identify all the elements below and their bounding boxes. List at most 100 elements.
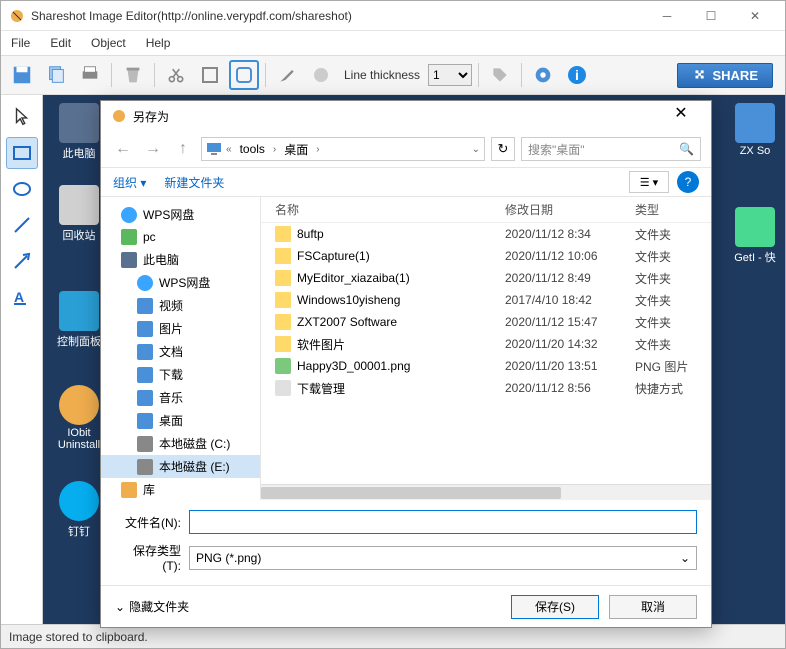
file-icon [275,336,291,352]
organize-menu[interactable]: 组织 ▾ [113,174,146,191]
copy-icon[interactable] [41,60,71,90]
thickness-label: Line thickness [344,68,420,82]
save-button[interactable]: 保存(S) [511,595,599,619]
maximize-button[interactable]: ☐ [689,2,733,30]
tree-item[interactable]: pc [101,226,260,248]
marker-icon[interactable] [306,60,336,90]
tree-item[interactable]: 本地磁盘 (C:) [101,432,260,455]
desktop-icon[interactable]: 控制面板 [53,291,105,349]
desktop-icon[interactable]: 回收站 [53,185,105,243]
delete-icon[interactable] [118,60,148,90]
close-button[interactable]: ✕ [733,2,777,30]
folder-icon [137,344,153,360]
tree-item[interactable]: 此电脑 [101,248,260,271]
window-title: Shareshot Image Editor(http://online.ver… [31,9,645,23]
menu-edit[interactable]: Edit [50,36,71,50]
folder-icon [121,482,137,498]
search-input[interactable]: 搜索"桌面" 🔍 [521,137,701,161]
pencil-icon[interactable] [272,60,302,90]
dialog-form: 文件名(N): 保存类型(T): PNG (*.png) ⌄ [101,500,711,585]
filetype-select[interactable]: PNG (*.png) ⌄ [189,546,697,570]
tree-item[interactable]: 视频 [101,294,260,317]
folder-icon [137,298,153,314]
nav-up-icon[interactable]: ↑ [171,137,195,161]
breadcrumb[interactable]: « tools › 桌面 › ⌄ [201,137,485,161]
menu-object[interactable]: Object [91,36,126,50]
folder-tree[interactable]: WPS网盘pc此电脑WPS网盘视频图片文档下载音乐桌面本地磁盘 (C:)本地磁盘… [101,197,261,500]
tree-item[interactable]: 库 [101,478,260,500]
folder-icon [137,436,153,452]
horizontal-scrollbar[interactable] [261,484,711,500]
svg-text:A: A [14,289,24,305]
desktop-icon[interactable]: 钉钉 [53,481,105,539]
dialog-toolbar: 组织 ▾ 新建文件夹 ☰ ▾ ? [101,167,711,197]
filetype-label: 保存类型(T): [115,542,189,573]
text-tool-icon[interactable]: A [6,281,38,313]
file-icon [275,358,291,374]
file-list-pane: 名称 修改日期 类型 8uftp2020/11/12 8:34文件夹FSCapt… [261,197,711,500]
column-name[interactable]: 名称 [275,201,505,218]
filename-input[interactable] [189,510,697,534]
arrow-tool-icon[interactable] [6,245,38,277]
file-row[interactable]: Happy3D_00001.png2020/11/20 13:51PNG 图片 [261,355,711,377]
help-button[interactable]: ? [677,171,699,193]
status-text: Image stored to clipboard. [9,630,148,644]
ellipse-tool-icon[interactable] [6,173,38,205]
svg-text:i: i [575,67,579,83]
info-icon[interactable]: i [562,60,592,90]
desktop-icon[interactable]: ZX So [729,103,781,157]
cancel-button[interactable]: 取消 [609,595,697,619]
tree-item[interactable]: 文档 [101,340,260,363]
dialog-close-button[interactable]: ✕ [661,103,701,129]
tree-item[interactable]: 下载 [101,363,260,386]
print-icon[interactable] [75,60,105,90]
rect-icon[interactable] [195,60,225,90]
chevron-down-icon: ⌄ [680,551,690,565]
save-icon[interactable] [7,60,37,90]
file-icon [275,248,291,264]
toolbar: Line thickness 1 i SHARE [1,55,785,95]
cut-icon[interactable] [161,60,191,90]
file-list[interactable]: 8uftp2020/11/12 8:34文件夹FSCapture(1)2020/… [261,223,711,484]
tree-item[interactable]: WPS网盘 [101,203,260,226]
column-type[interactable]: 类型 [635,201,711,218]
menu-bar: File Edit Object Help [1,31,785,55]
rounded-rect-icon[interactable] [229,60,259,90]
share-button[interactable]: SHARE [677,63,773,88]
line-tool-icon[interactable] [6,209,38,241]
tree-item[interactable]: 本地磁盘 (E:) [101,455,260,478]
tree-item[interactable]: 桌面 [101,409,260,432]
file-row[interactable]: 8uftp2020/11/12 8:34文件夹 [261,223,711,245]
menu-help[interactable]: Help [146,36,171,50]
dialog-body: WPS网盘pc此电脑WPS网盘视频图片文档下载音乐桌面本地磁盘 (C:)本地磁盘… [101,197,711,500]
thickness-select[interactable]: 1 [428,64,472,86]
view-mode-button[interactable]: ☰ ▾ [629,171,669,193]
file-icon [275,292,291,308]
hide-folders-toggle[interactable]: ⌄ 隐藏文件夹 [115,598,189,615]
file-row[interactable]: 下载管理2020/11/12 8:56快捷方式 [261,377,711,399]
file-row[interactable]: Windows10yisheng2017/4/10 18:42文件夹 [261,289,711,311]
desktop-icon[interactable]: 此电脑 [53,103,105,161]
settings-icon[interactable] [528,60,558,90]
desktop-icon[interactable]: GetI - 快 [729,207,781,265]
nav-forward-icon[interactable]: → [141,137,165,161]
minimize-button[interactable]: ─ [645,2,689,30]
file-row[interactable]: FSCapture(1)2020/11/12 10:06文件夹 [261,245,711,267]
menu-file[interactable]: File [11,36,30,50]
nav-back-icon[interactable]: ← [111,137,135,161]
tree-item[interactable]: 图片 [101,317,260,340]
file-row[interactable]: ZXT2007 Software2020/11/12 15:47文件夹 [261,311,711,333]
tag-icon[interactable] [485,60,515,90]
tree-item[interactable]: 音乐 [101,386,260,409]
file-row[interactable]: 软件图片2020/11/20 14:32文件夹 [261,333,711,355]
pointer-tool-icon[interactable] [6,101,38,133]
rectangle-tool-icon[interactable] [6,137,38,169]
file-row[interactable]: MyEditor_xiazaiba(1)2020/11/12 8:49文件夹 [261,267,711,289]
refresh-button[interactable]: ↻ [491,137,515,161]
file-icon [275,314,291,330]
desktop-icon[interactable]: IObit Uninstall [53,385,105,451]
column-date[interactable]: 修改日期 [505,201,635,218]
new-folder-button[interactable]: 新建文件夹 [164,174,224,191]
folder-icon [121,229,137,245]
tree-item[interactable]: WPS网盘 [101,271,260,294]
